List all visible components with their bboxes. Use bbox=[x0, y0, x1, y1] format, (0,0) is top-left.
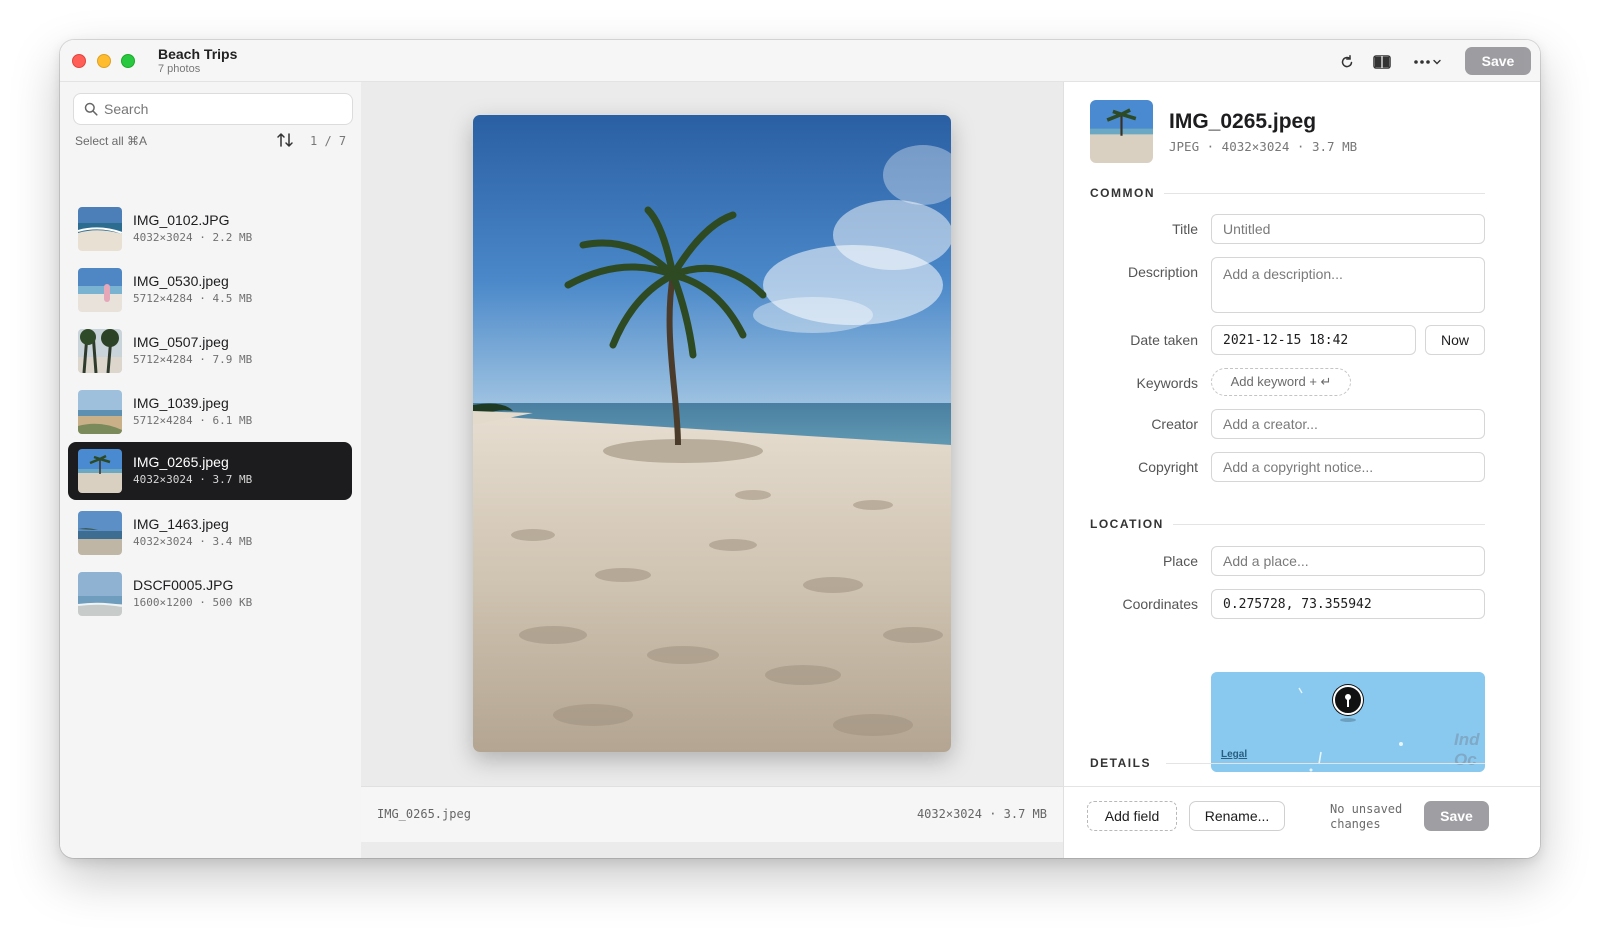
coordinates-label: Coordinates bbox=[1122, 596, 1199, 612]
coordinates-input[interactable] bbox=[1211, 589, 1485, 619]
thumbnail bbox=[78, 449, 122, 493]
description-input[interactable] bbox=[1211, 257, 1485, 313]
preview-pane: IMG_0265.jpeg 4032×3024 · 3.7 MB bbox=[361, 82, 1063, 858]
creator-label: Creator bbox=[1151, 416, 1198, 432]
sidebar: Select all ⌘A 1 / 7 IMG_0102.JPG 4032×30… bbox=[60, 82, 367, 858]
window-title: Beach Trips bbox=[158, 46, 238, 62]
title-input[interactable] bbox=[1211, 214, 1485, 244]
section-common-heading: COMMON bbox=[1090, 186, 1155, 200]
keywords-label: Keywords bbox=[1136, 375, 1198, 391]
inspector-thumbnail bbox=[1090, 100, 1153, 163]
file-meta: 5712×4284 · 6.1 MB bbox=[133, 414, 253, 427]
window-subtitle: 7 photos bbox=[158, 63, 201, 75]
file-meta: 5712×4284 · 4.5 MB bbox=[133, 292, 253, 305]
photo-preview bbox=[473, 115, 951, 752]
file-list-item[interactable]: IMG_1039.jpeg 5712×4284 · 6.1 MB bbox=[68, 383, 352, 441]
location-map[interactable]: Legal Ind Oc bbox=[1211, 672, 1485, 772]
file-list-item[interactable]: DSCF0005.JPG 1600×1200 · 500 KB bbox=[68, 565, 352, 623]
thumbnail bbox=[78, 511, 122, 555]
file-name: IMG_0265.jpeg bbox=[133, 454, 229, 470]
date-taken-input[interactable] bbox=[1211, 325, 1416, 355]
minimize-window-button[interactable] bbox=[97, 54, 111, 68]
inspector-panel: IMG_0265.jpeg JPEG · 4032×3024 · 3.7 MB … bbox=[1063, 82, 1540, 858]
search-icon bbox=[84, 102, 98, 116]
sort-icon bbox=[277, 133, 293, 147]
file-meta: 5712×4284 · 7.9 MB bbox=[133, 353, 253, 366]
save-button[interactable]: Save bbox=[1424, 801, 1489, 831]
rename-button[interactable]: Rename... bbox=[1189, 801, 1285, 831]
select-all-link[interactable]: Select all ⌘A bbox=[75, 134, 147, 148]
preview-footer: IMG_0265.jpeg 4032×3024 · 3.7 MB bbox=[361, 786, 1063, 842]
app-window: Beach Trips 7 photos Save Search Select … bbox=[60, 40, 1540, 858]
more-icon bbox=[1414, 59, 1441, 65]
place-label: Place bbox=[1162, 553, 1198, 569]
sort-button[interactable] bbox=[276, 132, 294, 153]
creator-input[interactable] bbox=[1211, 409, 1485, 439]
file-list-item-selected[interactable]: IMG_0265.jpeg 4032×3024 · 3.7 MB bbox=[68, 442, 352, 500]
title-label: Title bbox=[1172, 221, 1198, 237]
selection-counter: 1 / 7 bbox=[310, 134, 347, 148]
save-status: No unsaved changes bbox=[1330, 802, 1403, 831]
file-name: IMG_1463.jpeg bbox=[133, 516, 229, 532]
description-label: Description bbox=[1127, 264, 1198, 280]
file-meta: 4032×3024 · 3.4 MB bbox=[133, 535, 253, 548]
section-location-heading: LOCATION bbox=[1090, 517, 1164, 531]
section-divider bbox=[1173, 524, 1485, 525]
thumbnail bbox=[78, 207, 122, 251]
file-list-item[interactable]: IMG_1463.jpeg 4032×3024 · 3.4 MB bbox=[68, 504, 352, 562]
split-view-button[interactable] bbox=[1368, 50, 1396, 74]
copyright-input[interactable] bbox=[1211, 452, 1485, 482]
search-field[interactable] bbox=[73, 93, 353, 125]
section-details-heading: DETAILS bbox=[1090, 756, 1151, 770]
preview-filename: IMG_0265.jpeg bbox=[377, 807, 471, 821]
file-name: IMG_1039.jpeg bbox=[133, 395, 229, 411]
toolbar-save-button[interactable]: Save bbox=[1465, 47, 1531, 75]
split-view-icon bbox=[1373, 55, 1391, 69]
thumbnail bbox=[78, 329, 122, 373]
map-ocean-label: Ind Oc bbox=[1454, 730, 1480, 769]
inspector-filemeta: JPEG · 4032×3024 · 3.7 MB bbox=[1169, 139, 1358, 154]
more-menu-button[interactable] bbox=[1408, 50, 1448, 74]
thumbnail bbox=[78, 268, 122, 312]
inspector-footer: Add field Rename... No unsaved changes S… bbox=[1064, 786, 1540, 858]
add-field-button[interactable]: Add field bbox=[1087, 801, 1177, 831]
now-button[interactable]: Now bbox=[1425, 325, 1485, 355]
file-list-item[interactable]: IMG_0102.JPG 4032×3024 · 2.2 MB bbox=[68, 200, 352, 258]
file-name: IMG_0530.jpeg bbox=[133, 273, 229, 289]
file-meta: 4032×3024 · 2.2 MB bbox=[133, 231, 253, 244]
map-legal-link[interactable]: Legal bbox=[1221, 749, 1247, 760]
inspector-filename: IMG_0265.jpeg bbox=[1169, 110, 1317, 133]
file-name: IMG_0102.JPG bbox=[133, 212, 230, 228]
search-input[interactable] bbox=[104, 98, 344, 120]
preview-filemeta: 4032×3024 · 3.7 MB bbox=[916, 807, 1047, 821]
copyright-label: Copyright bbox=[1138, 459, 1198, 475]
titlebar: Beach Trips 7 photos Save bbox=[60, 40, 1540, 82]
file-list-item[interactable]: IMG_0507.jpeg 5712×4284 · 7.9 MB bbox=[68, 322, 352, 380]
file-meta: 1600×1200 · 500 KB bbox=[133, 596, 253, 609]
zoom-window-button[interactable] bbox=[121, 54, 135, 68]
file-name: DSCF0005.JPG bbox=[133, 577, 234, 593]
date-taken-label: Date taken bbox=[1130, 332, 1198, 348]
place-input[interactable] bbox=[1211, 546, 1485, 576]
refresh-icon bbox=[1341, 55, 1353, 68]
thumbnail bbox=[78, 390, 122, 434]
thumbnail bbox=[78, 572, 122, 616]
file-list-item[interactable]: IMG_0530.jpeg 5712×4284 · 4.5 MB bbox=[68, 261, 352, 319]
file-meta: 4032×3024 · 3.7 MB bbox=[133, 473, 253, 486]
refresh-button[interactable] bbox=[1333, 50, 1361, 74]
section-divider bbox=[1164, 193, 1485, 194]
add-keyword-button[interactable]: Add keyword + ↵ bbox=[1211, 368, 1351, 396]
close-window-button[interactable] bbox=[72, 54, 86, 68]
section-divider bbox=[1166, 763, 1485, 764]
file-name: IMG_0507.jpeg bbox=[133, 334, 229, 350]
